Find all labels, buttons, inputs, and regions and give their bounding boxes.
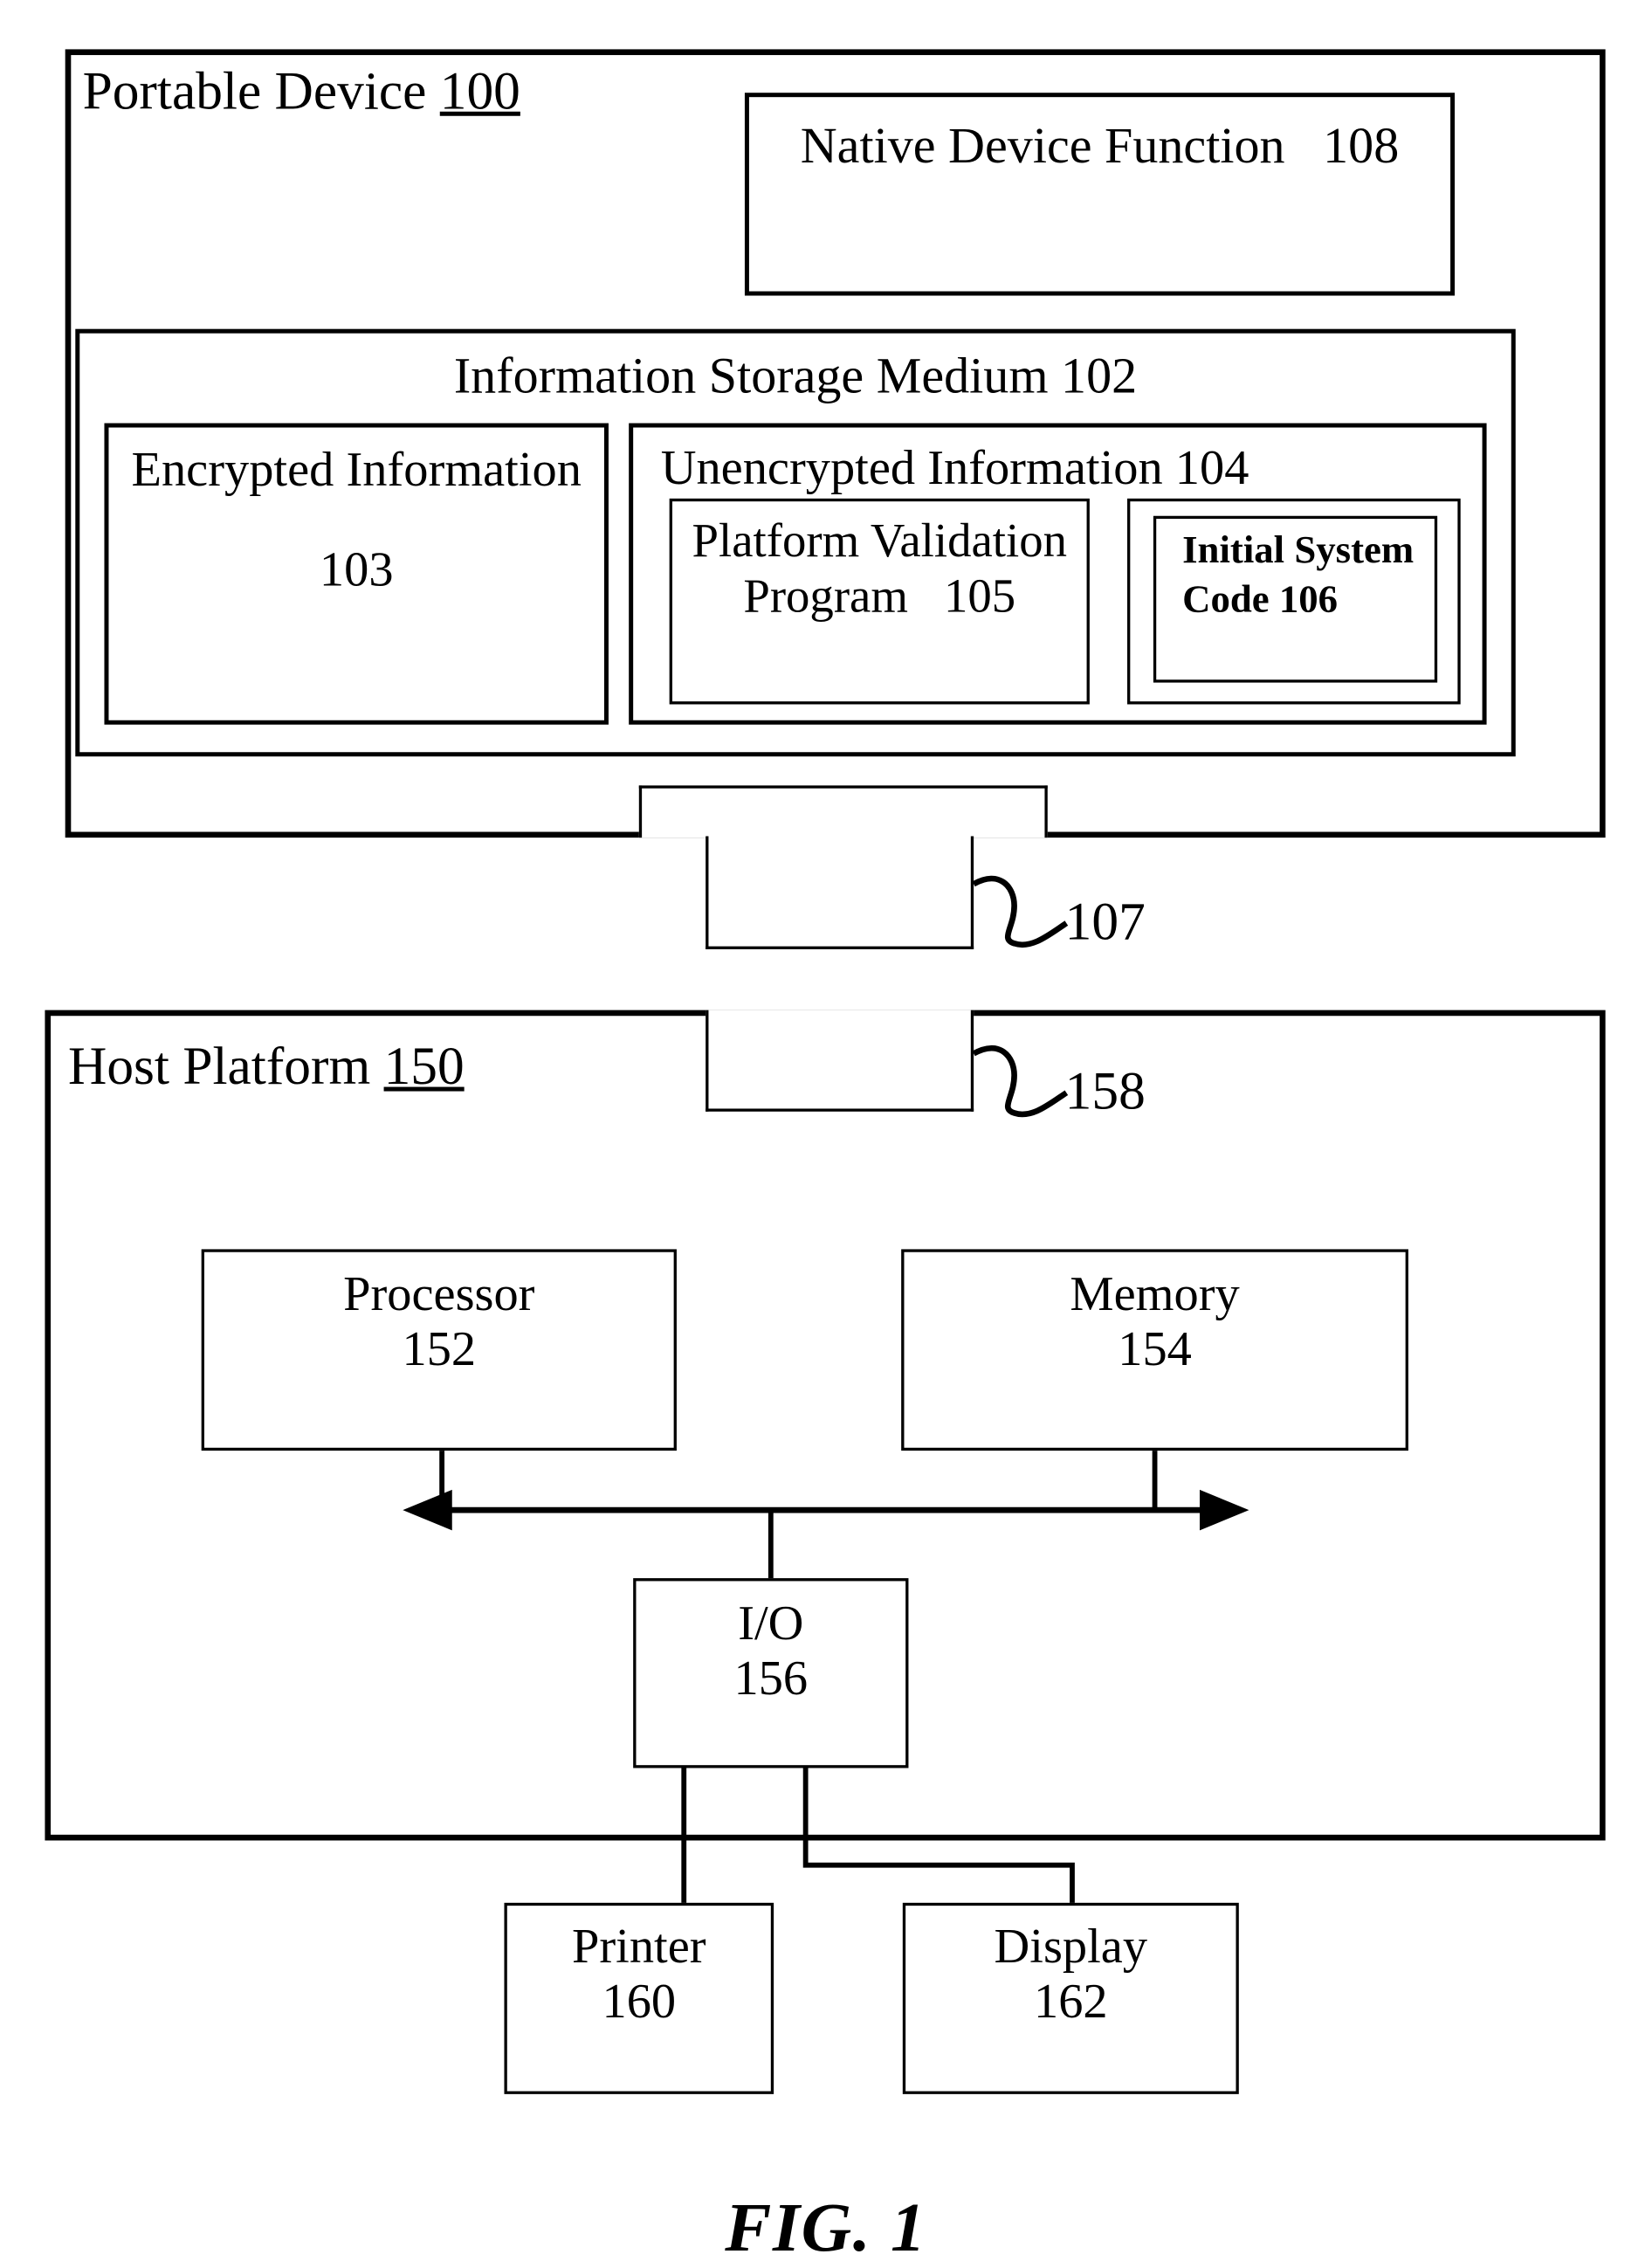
- display-line1: Display: [994, 1920, 1148, 1975]
- unencrypted-information-label: Unencrypted Information 104: [660, 442, 1249, 496]
- platform-validation-program-line1: Platform Validation: [692, 515, 1067, 569]
- processor-line1: Processor: [343, 1267, 535, 1322]
- portable-device-title: Portable Device 100: [83, 58, 520, 127]
- native-device-function-name: Native Device Function: [800, 117, 1285, 175]
- printer-line2: 160: [602, 1975, 677, 2030]
- device-connector-upper-box: [638, 785, 1048, 838]
- host-platform-ref: 150: [383, 1037, 465, 1098]
- encrypted-information-line2: 103: [319, 543, 394, 597]
- leader-line-107: [972, 875, 1069, 948]
- device-connector-ref: 107: [1064, 893, 1146, 953]
- io-line2: 156: [733, 1651, 809, 1706]
- display-line2: 162: [1033, 1975, 1108, 2030]
- device-connector-lower-box: [706, 836, 974, 949]
- native-device-function-ref: 108: [1323, 117, 1400, 175]
- portable-device-title-text: Portable Device: [82, 62, 427, 122]
- patent-figure-page: Portable Device 100 Native Device Functi…: [0, 0, 1652, 2268]
- memory-line1: Memory: [1070, 1267, 1240, 1322]
- host-connector-ref: 158: [1064, 1062, 1146, 1122]
- host-platform-title: Host Platform 150: [68, 1033, 465, 1102]
- host-connector-box: [706, 1010, 974, 1112]
- figure-caption: FIG. 1: [725, 2189, 927, 2267]
- initial-system-code-line2: Code 106: [1182, 576, 1339, 621]
- processor-line2: 152: [402, 1323, 477, 1377]
- printer-line1: Printer: [572, 1920, 706, 1975]
- memory-line2: 154: [1118, 1323, 1192, 1377]
- encrypted-information-line1: Encrypted Information: [131, 443, 582, 498]
- host-platform-title-text: Host Platform: [67, 1037, 371, 1098]
- initial-system-code-line1: Initial System: [1182, 527, 1415, 571]
- io-line1: I/O: [738, 1596, 804, 1651]
- native-device-function-label: Native Device Function 108: [745, 114, 1455, 179]
- portable-device-ref: 100: [439, 62, 520, 122]
- platform-validation-program-line2: Program 105: [743, 570, 1016, 624]
- information-storage-medium-label: Information Storage Medium 102: [453, 348, 1138, 404]
